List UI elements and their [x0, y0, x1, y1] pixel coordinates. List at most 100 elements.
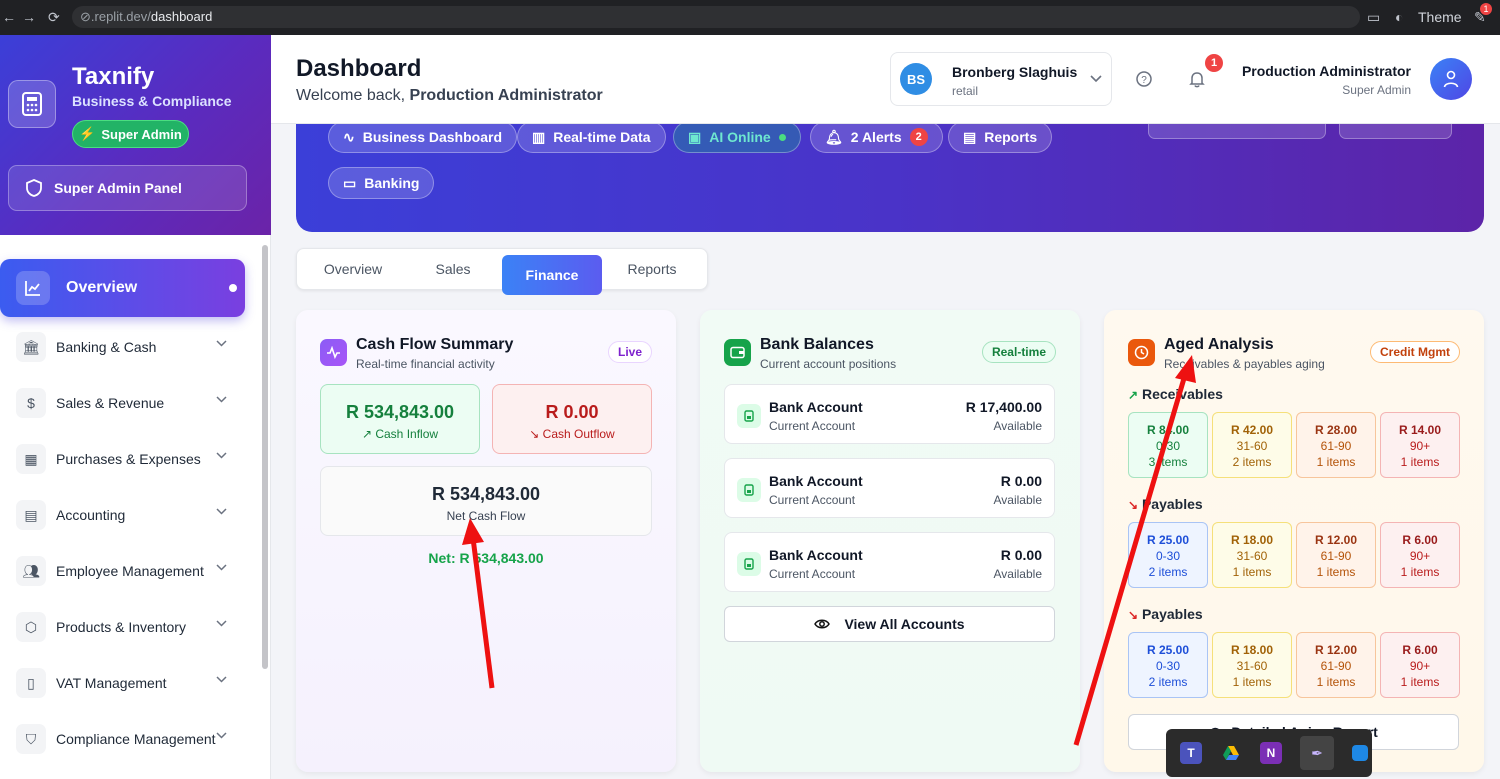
- bucket-range: 0-30: [1155, 659, 1181, 673]
- aging-bucket[interactable]: R 12.00 61-90 1 items: [1296, 632, 1376, 698]
- bucket-amount: R 42.00: [1230, 423, 1274, 437]
- aging-bucket[interactable]: R 14.00 90+ 1 items: [1380, 412, 1460, 478]
- super-admin-panel-button[interactable]: Super Admin Panel: [8, 165, 247, 211]
- browser-toolbar: ← → ⟳ ⊘.replit.dev/dashboard ▭ ◐ Theme ✎…: [0, 0, 1500, 35]
- tab-finance[interactable]: Finance: [502, 255, 602, 295]
- back-icon[interactable]: ←: [2, 9, 16, 25]
- user-icon: [1443, 70, 1459, 88]
- bell-icon: 🔔︎: [825, 128, 843, 145]
- trend-down-icon: ↘: [1128, 498, 1139, 512]
- bank-account-row[interactable]: Bank Account Current Account R 17,400.00 Av…: [724, 384, 1055, 444]
- aging-bucket[interactable]: R 42.00 31-60 2 items: [1212, 412, 1292, 478]
- bank-account-row[interactable]: Bank Account Current Account R 0.00 Availab…: [724, 458, 1055, 518]
- bucket-amount: R 12.00: [1314, 643, 1358, 657]
- reports-pill[interactable]: ▤ Reports: [948, 121, 1053, 153]
- aging-bucket[interactable]: R 84.00 0-30 3 items: [1128, 412, 1208, 478]
- trend-up-icon: ↗: [1128, 388, 1139, 402]
- pill-label: Banking: [364, 175, 420, 191]
- cash-outflow-box: R 0.00 ↘ Cash Outflow: [492, 384, 652, 454]
- sidebar-item-accounting[interactable]: ▤ Accounting: [0, 495, 245, 535]
- refresh-button[interactable]: [1339, 124, 1452, 139]
- calculator-logo-icon: [8, 80, 56, 128]
- quick-create-button[interactable]: [1148, 124, 1326, 139]
- sidebar-item-purchases-expenses[interactable]: ▦ Purchases & Expenses: [0, 439, 245, 479]
- sidebar-item-products-inventory[interactable]: ⬡ Products & Inventory: [0, 607, 245, 647]
- clock-icon: [1128, 339, 1155, 366]
- store-icon[interactable]: [1352, 745, 1368, 761]
- quill-icon[interactable]: ✒: [1300, 736, 1334, 770]
- sidebar-item-banking-cash[interactable]: 🏛︎ Banking & Cash: [0, 327, 245, 367]
- alerts-pill[interactable]: 🔔︎ 2 Alerts 2: [810, 121, 943, 153]
- section-label: Payables: [1141, 496, 1203, 512]
- aging-bucket[interactable]: R 25.00 0-30 2 items: [1128, 522, 1208, 588]
- bucket-range: 90+: [1409, 659, 1431, 673]
- pill-label: Real-time Data: [553, 129, 651, 145]
- tab-reports[interactable]: Reports: [602, 249, 702, 289]
- aging-bucket[interactable]: R 6.00 90+ 1 items: [1380, 632, 1460, 698]
- company-avatar: BS: [900, 63, 932, 95]
- sidebar-item-employee-management[interactable]: 👥︎ Employee Management: [0, 551, 245, 591]
- trend-down-icon: ↘: [1128, 608, 1139, 622]
- sidebar-item-label: Compliance Management: [56, 731, 216, 747]
- business-dashboard-pill[interactable]: ∿ Business Dashboard: [328, 121, 517, 153]
- realtime-data-pill[interactable]: ▥ Real-time Data: [517, 121, 666, 153]
- top-header: Dashboard Welcome back, Production Admin…: [271, 35, 1500, 124]
- forward-icon[interactable]: →: [22, 9, 36, 25]
- onenote-icon[interactable]: N: [1260, 742, 1282, 764]
- cash-outflow-amount: R 0.00: [545, 402, 599, 422]
- net-cash-flow-box: R 534,843.00 Net Cash Flow: [320, 466, 652, 536]
- shield-icon: [26, 179, 42, 197]
- aging-bucket[interactable]: R 25.00 0-30 2 items: [1128, 632, 1208, 698]
- bucket-range: 61-90: [1320, 659, 1352, 673]
- user-avatar[interactable]: [1430, 58, 1472, 100]
- brand-tagline: Business & Compliance: [72, 93, 232, 109]
- aging-bucket[interactable]: R 28.00 61-90 1 items: [1296, 412, 1376, 478]
- bucket-items: 2 items: [1148, 565, 1188, 579]
- bucket-amount: R 6.00: [1402, 643, 1438, 657]
- url-bar[interactable]: ⊘.replit.dev/dashboard: [72, 6, 1360, 28]
- extension-badge: 1: [1480, 3, 1492, 15]
- aging-bucket[interactable]: R 18.00 31-60 1 items: [1212, 522, 1292, 588]
- payables-header: ↘ Payables: [1128, 496, 1203, 512]
- sidebar-item-overview[interactable]: Overview: [0, 259, 245, 317]
- reload-icon[interactable]: ⟳: [48, 9, 60, 26]
- bucket-items: 2 items: [1148, 675, 1188, 689]
- cash-inflow-label: Cash Inflow: [375, 427, 439, 441]
- banking-pill[interactable]: ▭ Banking: [328, 167, 435, 199]
- bell-icon[interactable]: [1189, 70, 1205, 88]
- sidebar-item-vat-management[interactable]: ▯ VAT Management: [0, 663, 245, 703]
- sidebar-item-sales-revenue[interactable]: $ Sales & Revenue: [0, 383, 245, 423]
- aging-bucket[interactable]: R 6.00 90+ 1 items: [1380, 522, 1460, 588]
- drive-icon[interactable]: [1220, 742, 1242, 764]
- account-status: Available: [993, 419, 1042, 433]
- sidebar-scrollbar[interactable]: [262, 245, 268, 669]
- bank-account-row[interactable]: Bank Account Current Account R 0.00 Availab…: [724, 532, 1055, 592]
- company-type: retail: [952, 84, 979, 98]
- aging-bucket[interactable]: R 12.00 61-90 1 items: [1296, 522, 1376, 588]
- tab-overview[interactable]: Overview: [303, 249, 403, 289]
- sidebar-item-compliance-management[interactable]: ⛉ Compliance Management: [0, 719, 245, 759]
- cast-icon[interactable]: ▭: [1367, 9, 1380, 26]
- bucket-amount: R 25.00: [1146, 533, 1190, 547]
- company-selector[interactable]: BS Bronberg Slaghuis retail: [890, 52, 1112, 106]
- realtime-badge: Real-time: [981, 341, 1056, 363]
- bank-card-icon: [737, 404, 761, 428]
- tab-sales[interactable]: Sales: [403, 249, 503, 289]
- theme-button[interactable]: Theme: [1418, 9, 1462, 25]
- palette-icon[interactable]: ◐: [1395, 9, 1403, 25]
- bucket-range: 31-60: [1236, 439, 1268, 453]
- aging-bucket[interactable]: R 18.00 31-60 1 items: [1212, 632, 1292, 698]
- active-indicator: [229, 284, 237, 292]
- help-icon[interactable]: ?: [1136, 71, 1152, 87]
- account-status: Available: [993, 567, 1042, 581]
- url-host: .replit.dev/: [90, 9, 151, 24]
- bucket-items: 1 items: [1400, 565, 1440, 579]
- ai-online-pill[interactable]: ▣ AI Online: [673, 121, 801, 153]
- welcome-prefix: Welcome back,: [296, 87, 410, 104]
- os-taskbar: T N ✒: [1166, 729, 1372, 777]
- bank-card-icon: [737, 552, 761, 576]
- view-all-accounts-button[interactable]: View All Accounts: [724, 606, 1055, 642]
- dashboard-tabs: Overview Sales Finance Reports: [296, 248, 708, 295]
- teams-icon[interactable]: T: [1180, 742, 1202, 764]
- bucket-items: 3 items: [1148, 455, 1188, 469]
